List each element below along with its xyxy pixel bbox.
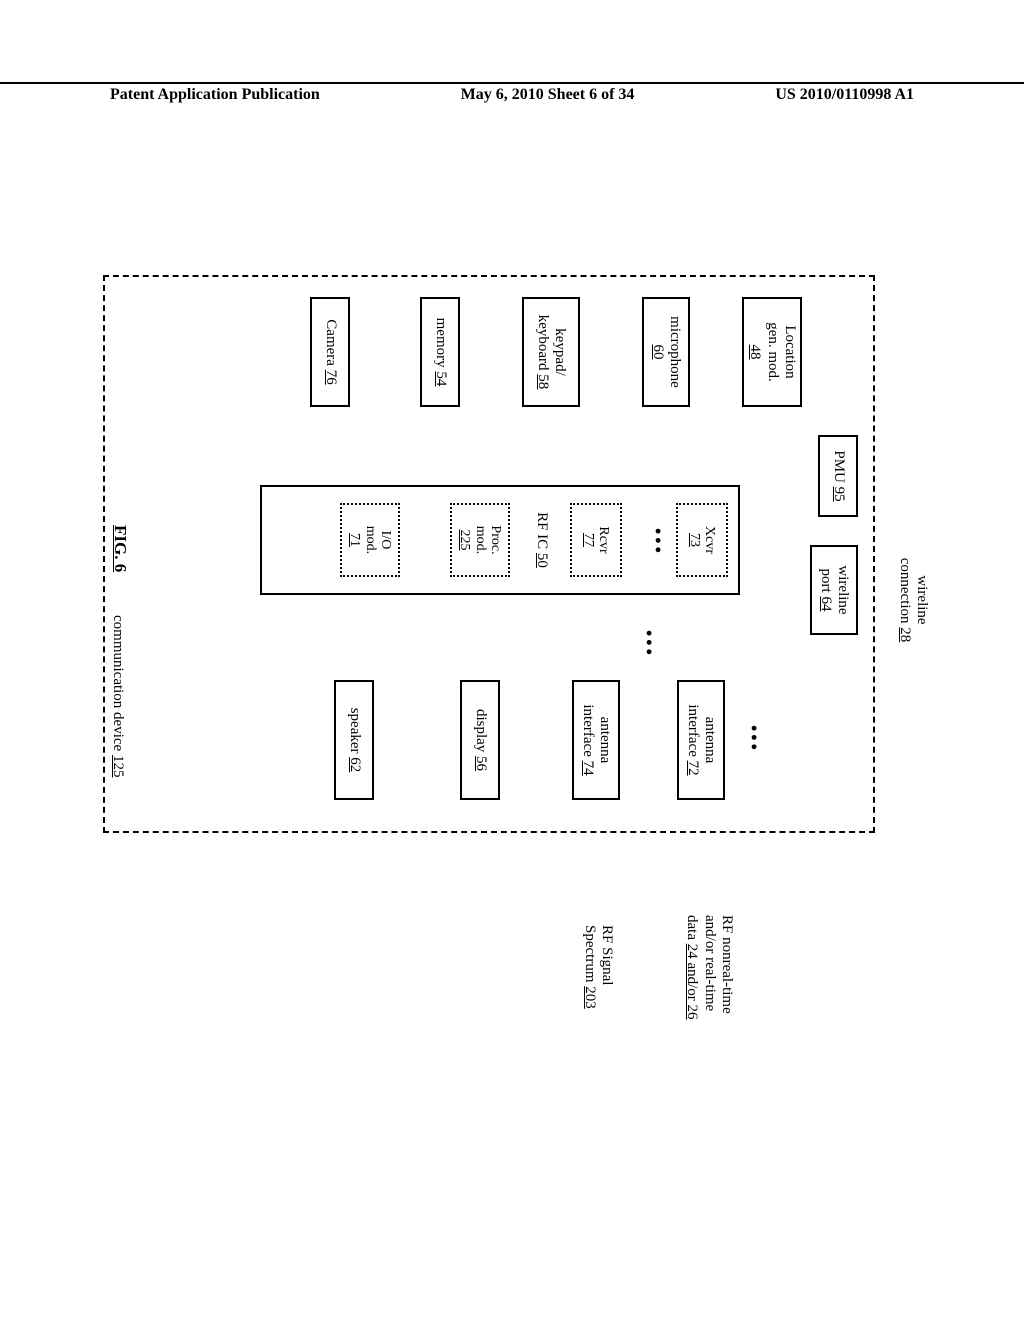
- label-wireline-connection: wireline connection 28: [896, 545, 931, 655]
- box-keypad: keypad/ keyboard 58: [522, 297, 580, 407]
- diagram: Location gen. mod. 48 microphone 60 keyp…: [120, 255, 910, 1085]
- box-camera: Camera 76: [310, 297, 350, 407]
- box-memory: memory 54: [420, 297, 460, 407]
- ellipsis-icon: •••: [743, 725, 764, 753]
- label-rf-data: RF nonreal-time and/or real-time data 24…: [683, 915, 735, 1070]
- box-wireline-port: wireline port 64: [810, 545, 858, 635]
- header-center: May 6, 2010 Sheet 6 of 34: [461, 86, 635, 104]
- box-speaker: speaker 62: [334, 680, 374, 800]
- header-right: US 2010/0110998 A1: [775, 86, 914, 104]
- page-header: Patent Application Publication May 6, 20…: [0, 82, 1024, 104]
- header-left: Patent Application Publication: [110, 86, 320, 104]
- ellipsis-icon: •••: [638, 630, 659, 658]
- box-microphone: microphone 60: [642, 297, 690, 407]
- box-io-mod: I/O mod. 71: [340, 503, 400, 577]
- ellipsis-icon: •••: [647, 528, 668, 556]
- label-device: communication device 125: [109, 615, 126, 777]
- box-rcvr: Rcvr 77: [570, 503, 622, 577]
- box-display: display 56: [460, 680, 500, 800]
- label-rf-signal: RF Signal Spectrum 203: [581, 925, 616, 1045]
- box-proc-mod: Proc. mod. 225: [450, 503, 510, 577]
- figure-label: FIG. 6: [110, 525, 130, 572]
- box-antenna-if-1: antenna interface 72: [677, 680, 725, 800]
- box-pmu: PMU 95: [818, 435, 858, 517]
- box-xcvr: Xcvr 73: [676, 503, 728, 577]
- box-antenna-if-2: antenna interface 74: [572, 680, 620, 800]
